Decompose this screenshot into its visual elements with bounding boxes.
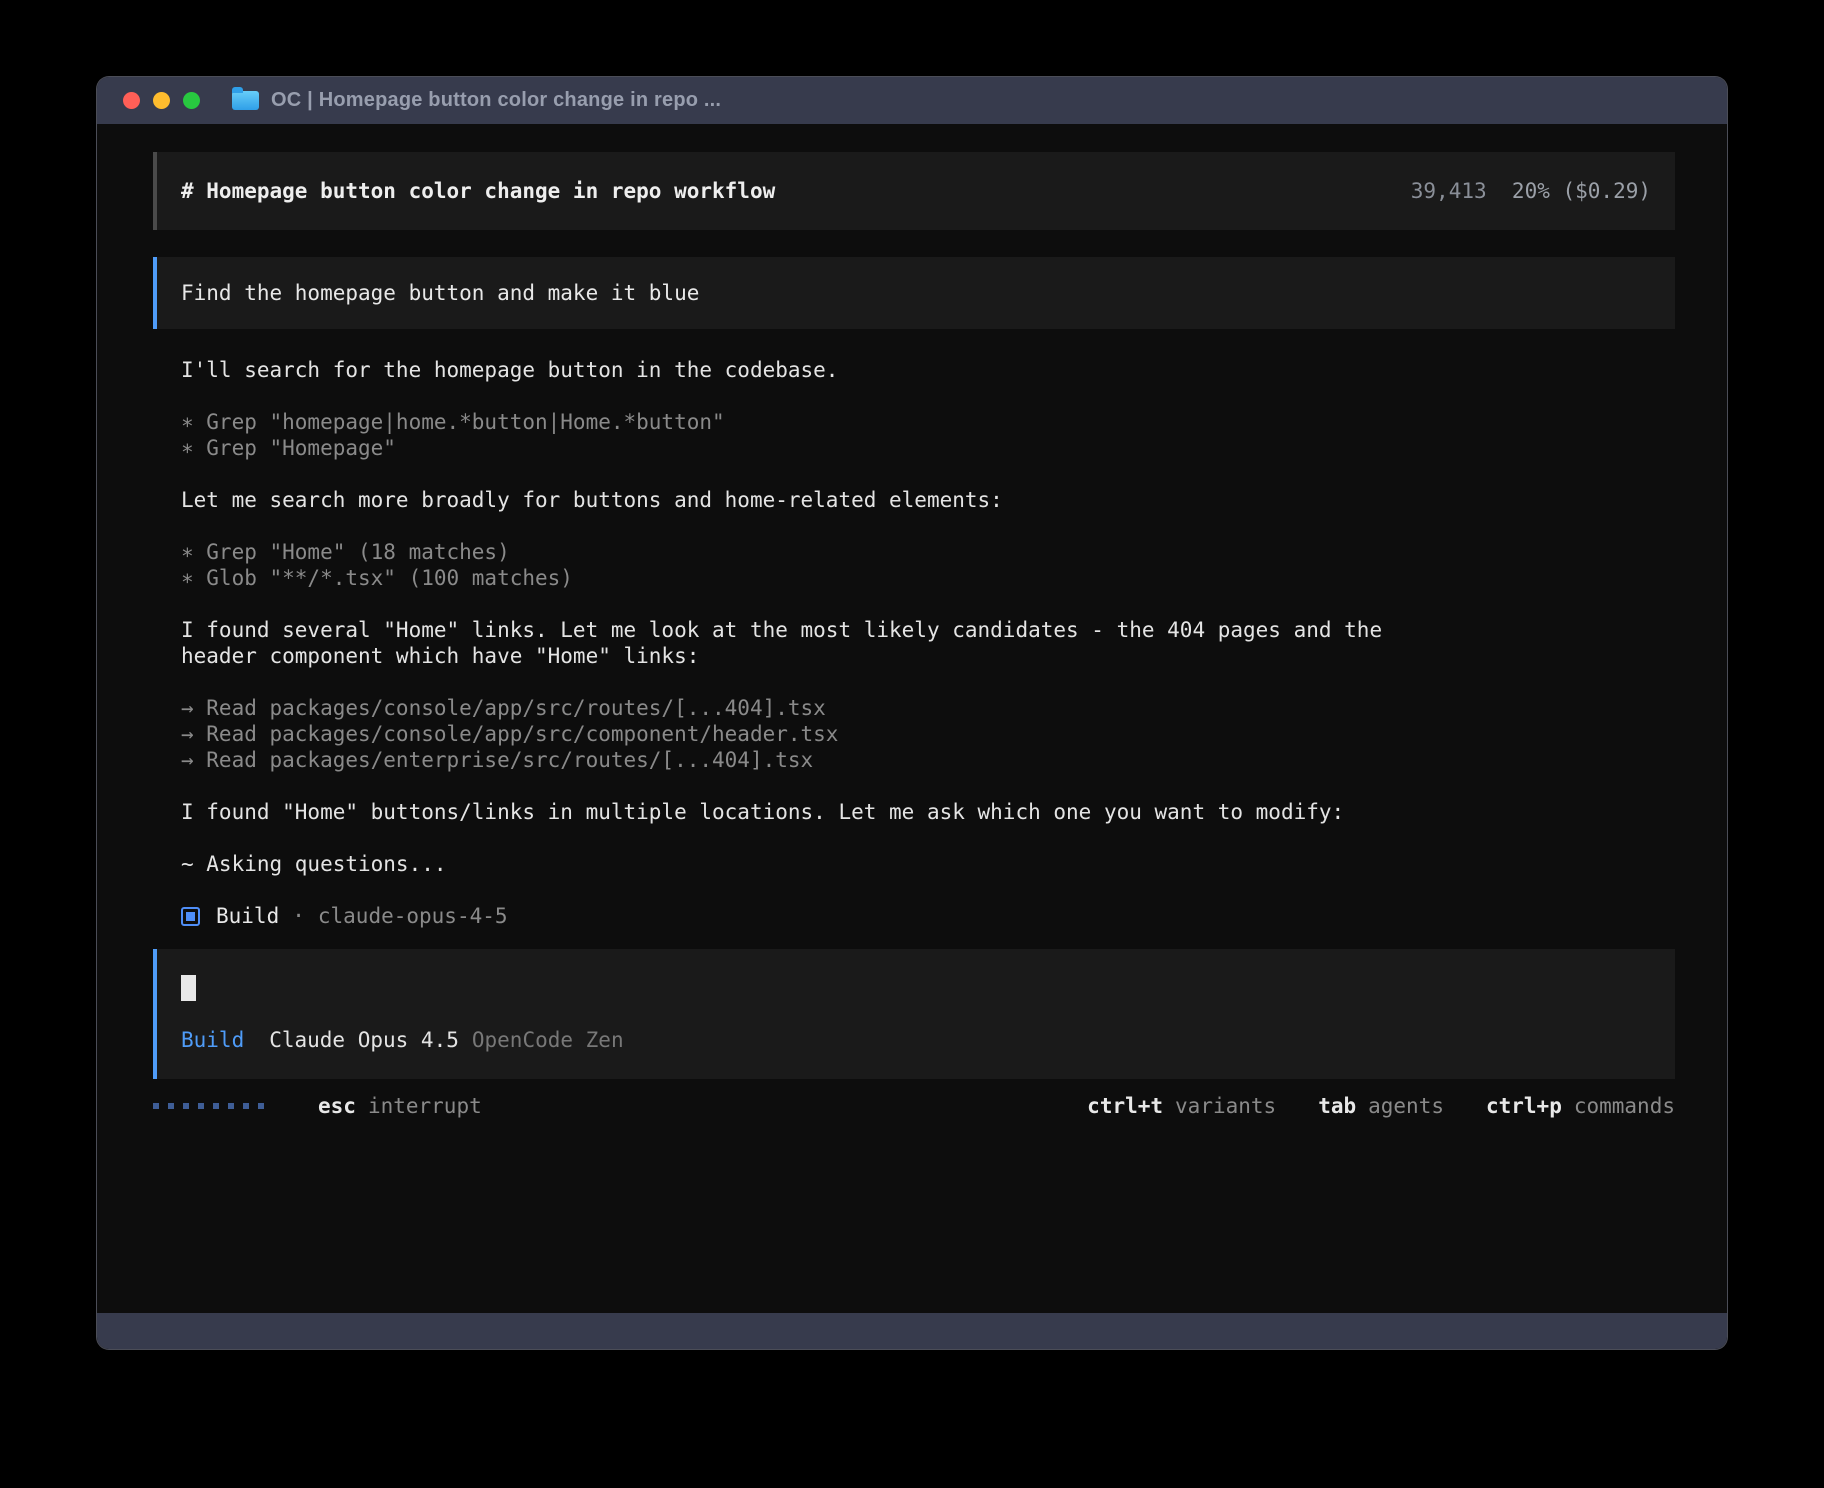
tool-call-glob: ∗ Glob "**/*.tsx" (100 matches) <box>181 565 1675 591</box>
user-message: Find the homepage button and make it blu… <box>153 257 1675 329</box>
terminal-content: # Homepage button color change in repo w… <box>97 124 1727 1119</box>
window-footer <box>97 1313 1727 1349</box>
window-title: OC | Homepage button color change in rep… <box>271 89 721 112</box>
status-bar: esc interrupt ctrl+t variants tab agents ct… <box>153 1093 1675 1119</box>
input-provider-label: OpenCode Zen <box>472 1028 624 1052</box>
status-asking-questions: ~ Asking questions... <box>181 851 1675 877</box>
hint-commands-key: ctrl+p <box>1486 1094 1562 1118</box>
build-agent-icon <box>181 907 200 926</box>
zoom-button[interactable] <box>183 92 200 109</box>
hint-variants-label: variants <box>1175 1094 1276 1118</box>
hint-agents-key: tab <box>1318 1094 1356 1118</box>
input-model-label: Claude Opus 4.5 <box>269 1028 459 1052</box>
terminal-window: OC | Homepage button color change in rep… <box>96 76 1728 1350</box>
tool-call-read: → Read packages/console/app/src/componen… <box>181 721 1675 747</box>
assistant-transcript: I'll search for the homepage button in t… <box>153 357 1675 877</box>
folder-icon <box>232 91 259 110</box>
session-title: # Homepage button color change in repo w… <box>181 178 775 204</box>
traffic-lights <box>123 92 200 109</box>
tool-call-grep: ∗ Grep "homepage|home.*button|Home.*butt… <box>181 409 1675 435</box>
assistant-text: I found several "Home" links. Let me loo… <box>181 617 1445 669</box>
assistant-text: Let me search more broadly for buttons a… <box>181 487 1675 513</box>
hint-interrupt-key: esc <box>318 1094 356 1118</box>
spinner-dots <box>153 1103 264 1109</box>
agent-name: Build <box>216 903 279 929</box>
agent-model: claude-opus-4-5 <box>318 903 508 929</box>
session-header: # Homepage button color change in repo w… <box>153 152 1675 230</box>
input-agent-label: Build <box>181 1028 244 1052</box>
tool-call-read: → Read packages/enterprise/src/routes/[.… <box>181 747 1675 773</box>
hint-agents: tab agents <box>1318 1093 1444 1119</box>
titlebar: OC | Homepage button color change in rep… <box>97 77 1727 124</box>
input-line[interactable] <box>181 975 1651 1001</box>
tool-call-read: → Read packages/console/app/src/routes/[… <box>181 695 1675 721</box>
hint-variants-key: ctrl+t <box>1087 1094 1163 1118</box>
separator-dot: · <box>292 903 305 929</box>
prompt-input[interactable]: Build Claude Opus 4.5 OpenCode Zen <box>153 949 1675 1079</box>
hint-interrupt: esc interrupt <box>318 1093 482 1119</box>
hint-interrupt-label: interrupt <box>368 1094 482 1118</box>
tool-call-grep: ∗ Grep "Homepage" <box>181 435 1675 461</box>
agent-status-row: Build · claude-opus-4-5 <box>153 903 1675 929</box>
hint-variants: ctrl+t variants <box>1087 1093 1276 1119</box>
assistant-text: I'll search for the homepage button in t… <box>181 357 1675 383</box>
hint-commands-label: commands <box>1574 1094 1675 1118</box>
context-cost: 20% ($0.29) <box>1512 179 1651 203</box>
minimize-button[interactable] <box>153 92 170 109</box>
input-model-line: Build Claude Opus 4.5 OpenCode Zen <box>181 1027 1651 1053</box>
status-bar-left: esc interrupt <box>153 1093 482 1119</box>
hint-agents-label: agents <box>1368 1094 1444 1118</box>
text-cursor <box>181 975 196 1001</box>
user-message-text: Find the homepage button and make it blu… <box>181 281 699 305</box>
tool-call-grep: ∗ Grep "Home" (18 matches) <box>181 539 1675 565</box>
assistant-text: I found "Home" buttons/links in multiple… <box>181 799 1675 825</box>
status-bar-right: ctrl+t variants tab agents ctrl+p commands <box>1087 1093 1675 1119</box>
session-stats: 39,413 20% ($0.29) <box>1411 178 1651 204</box>
hint-commands: ctrl+p commands <box>1486 1093 1675 1119</box>
token-count: 39,413 <box>1411 179 1487 203</box>
close-button[interactable] <box>123 92 140 109</box>
